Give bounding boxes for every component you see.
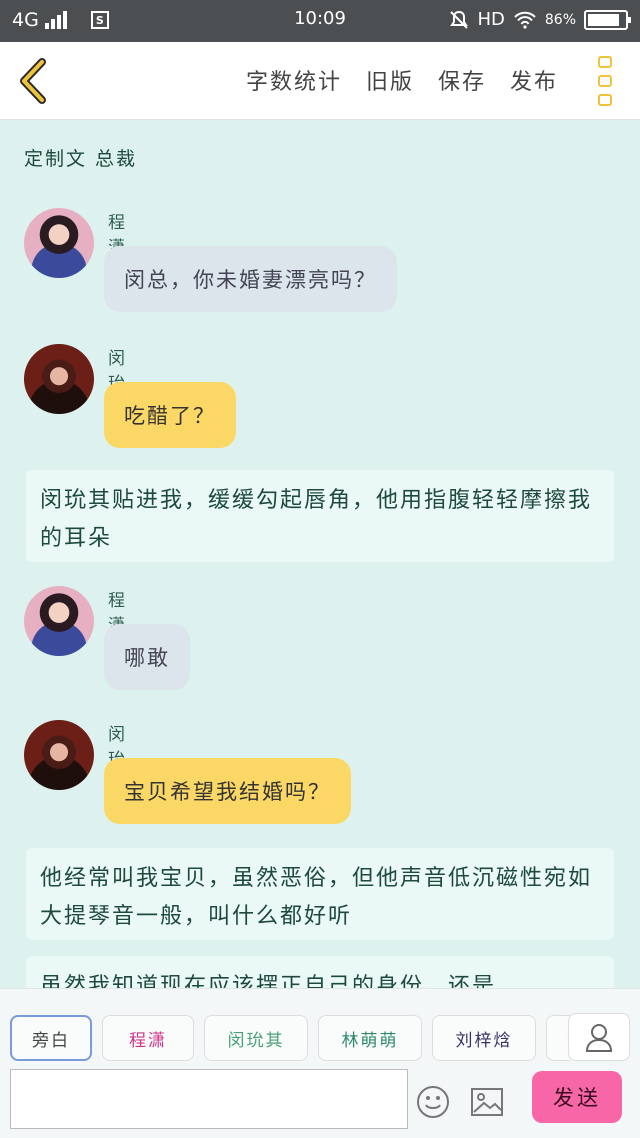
battery-icon [584,9,631,30]
back-arrow-icon[interactable] [14,56,54,106]
message-bubble[interactable]: 吃醋了？ [104,382,236,448]
message-bubble[interactable]: 闵总，你未婚妻漂亮吗？ [104,246,397,312]
message-bubble[interactable]: 宝贝希望我结婚吗？ [104,758,351,824]
message-input[interactable] [10,1069,408,1129]
role-chip[interactable]: 刘梓焓 [432,1015,536,1061]
narration-block[interactable]: 他经常叫我宝贝，虽然恶俗，但他声音低沉磁性宛如大提琴音一般，叫什么都好听 [26,848,614,940]
avatar[interactable] [24,586,94,656]
avatar[interactable] [24,344,94,414]
hd-indicator: HD [477,9,505,30]
old-version-button[interactable]: 旧版 [366,64,414,96]
more-menu-icon[interactable] [594,56,616,106]
role-chip[interactable]: 林萌萌 [318,1015,422,1061]
role-label: 林萌萌 [341,1030,399,1051]
role-label: 刘梓焓 [455,1030,513,1051]
narration-block[interactable]: 闵玧其贴进我，缓缓勾起唇角，他用指腹轻轻摩擦我的耳朵 [26,470,614,562]
publish-button[interactable]: 发布 [510,64,558,96]
role-label: 闵玧其 [227,1030,285,1051]
role-chip[interactable]: 旁白 [10,1015,92,1061]
person-icon [585,1024,613,1052]
word-count-button[interactable]: 字数统计 [246,64,342,96]
composer-bar: 旁白 程潇 闵玧其 林萌萌 刘梓焓 李 发送 [0,988,640,1138]
send-button[interactable]: 发送 [532,1071,622,1123]
add-role-button[interactable] [568,1013,630,1061]
role-chip[interactable]: 闵玧其 [204,1015,308,1061]
emoji-icon[interactable] [416,1085,450,1119]
save-button[interactable]: 保存 [438,64,486,96]
role-selector: 旁白 程潇 闵玧其 林萌萌 刘梓焓 李 [10,1015,570,1063]
top-toolbar: 字数统计 旧版 保存 发布 [0,42,640,120]
battery-percent: 86% [544,11,576,28]
role-chip[interactable]: 程潇 [102,1015,194,1061]
story-title: 定制文 总裁 [24,148,138,170]
role-chip[interactable]: 李 [546,1015,570,1061]
role-label: 程潇 [129,1030,167,1051]
role-label: 旁白 [32,1030,70,1051]
wifi-icon [514,11,536,29]
avatar[interactable] [24,720,94,790]
avatar[interactable] [24,208,94,278]
mute-icon [450,10,469,29]
image-icon[interactable] [470,1087,504,1117]
message-bubble[interactable]: 哪敢 [104,624,190,690]
status-bar: 4G S 10:09 HD 86% [0,0,640,42]
